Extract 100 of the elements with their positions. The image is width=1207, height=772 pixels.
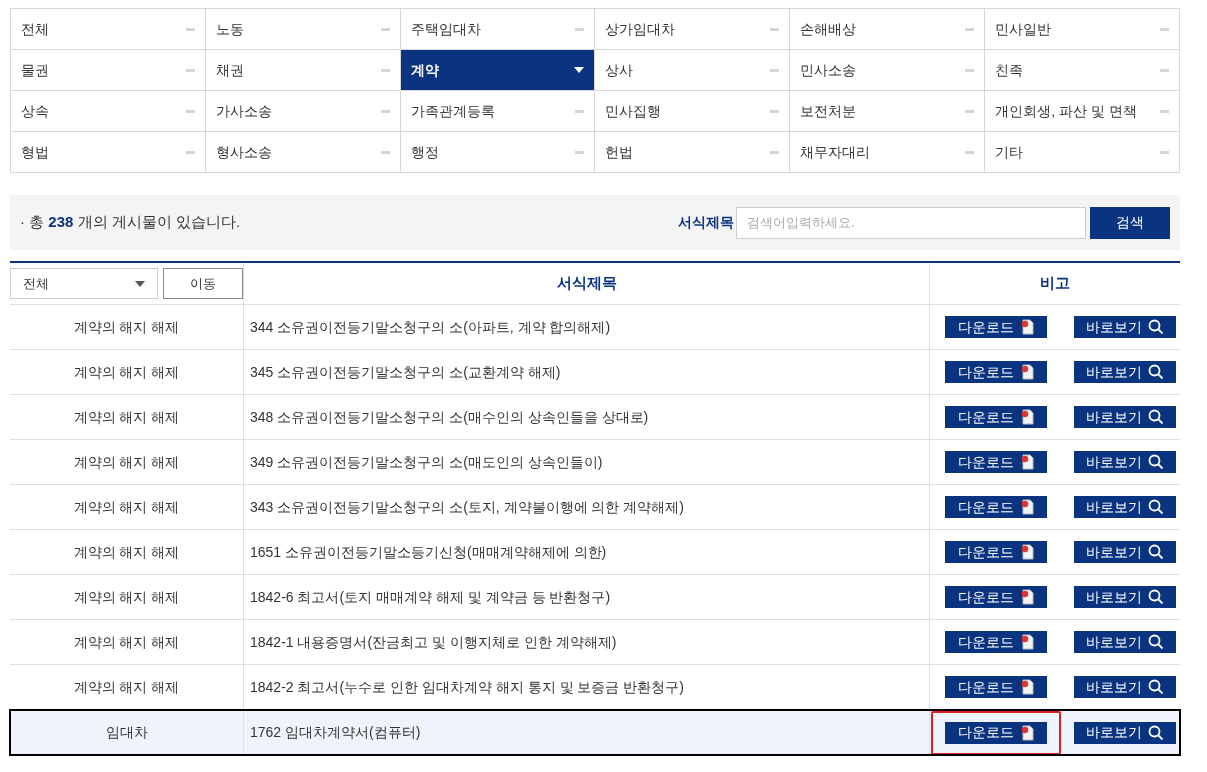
dash-icon [185, 150, 195, 154]
document-icon [1020, 634, 1034, 650]
table-cell: 계약의 해지 해제 [10, 485, 244, 529]
document-icon [1020, 364, 1034, 380]
download-button[interactable]: 다운로드 [945, 676, 1047, 698]
column-header: 비고 [1039, 273, 1071, 294]
table-row[interactable]: 계약의 해지 해제 1842-2 최고서(누수로 인한 임대차계약 해지 통지 및 보증금 반환청구) 다운로드 바로보기 [10, 665, 1180, 710]
category-tab[interactable]: 형사소송 [205, 132, 401, 173]
table-cell: 348 소유권이전등기말소청구의 소(매수인의 상속인들을 상대로) [244, 395, 930, 439]
category-tab[interactable]: 주택임대차 [400, 9, 596, 50]
category-tab[interactable]: 채권 [205, 50, 401, 91]
view-button[interactable]: 바로보기 [1074, 361, 1176, 383]
category-tab[interactable]: 친족 [985, 50, 1180, 91]
document-icon [1020, 679, 1034, 695]
table-row[interactable]: 계약의 해지 해제 1651 소유권이전등기말소등기신청(매매계약해제에 의한) 다운로드 바로보기 [10, 530, 1180, 575]
search-icon [1148, 724, 1164, 741]
table-cell: 345 소유권이전등기말소청구의 소(교환계약 해제) [244, 350, 930, 394]
view-button[interactable]: 바로보기 [1074, 721, 1176, 744]
table-row[interactable]: 계약의 해지 해제 349 소유권이전등기말소청구의 소(매도인의 상속인들이) 다운로드 바로보기 [10, 440, 1180, 485]
document-icon [1020, 499, 1034, 515]
dash-icon [1160, 109, 1169, 113]
document-icon [1020, 589, 1034, 605]
column-header: 서식제목 [244, 263, 930, 304]
view-button[interactable]: 바로보기 [1074, 496, 1176, 518]
search-field[interactable]: 검색어입력하세요. [736, 206, 1086, 239]
category-tab[interactable]: 민사집행 [595, 91, 791, 132]
document-icon [1020, 544, 1034, 560]
category-dropdown[interactable]: 전체 [10, 268, 159, 299]
download-button[interactable]: 다운로드 [945, 586, 1047, 608]
download-button[interactable]: 다운로드 [945, 316, 1047, 338]
category-tab[interactable]: 민사일반 [985, 9, 1180, 50]
caret-icon [574, 67, 585, 73]
table-row[interactable]: 계약의 해지 해제 344 소유권이전등기말소청구의 소(아파트, 계약 합의해제) 다운로드 바로보기 [10, 305, 1180, 350]
dash-icon [380, 109, 390, 113]
category-tab[interactable]: 행정 [400, 132, 596, 173]
download-button[interactable]: 다운로드 [945, 406, 1047, 428]
download-button[interactable]: 다운로드 [945, 496, 1047, 518]
view-button[interactable]: 바로보기 [1074, 631, 1176, 653]
view-button[interactable]: 바로보기 [1074, 316, 1176, 338]
category-tab[interactable]: 계약 [400, 50, 596, 91]
table-cell: 343 소유권이전등기말소청구의 소(토지, 계약불이행에 의한 계약해제) [244, 485, 930, 529]
view-button[interactable]: 바로보기 [1074, 541, 1176, 563]
download-button[interactable]: 다운로드 [945, 721, 1047, 744]
dash-icon [575, 109, 585, 113]
view-button[interactable]: 바로보기 [1074, 676, 1176, 698]
download-button[interactable]: 다운로드 [945, 541, 1047, 563]
view-button[interactable]: 바로보기 [1074, 586, 1176, 608]
table-cell: 계약의 해지 해제 [10, 620, 244, 664]
go-button[interactable]: 이동 [163, 268, 243, 299]
table-row[interactable]: 계약의 해지 해제 343 소유권이전등기말소청구의 소(토지, 계약불이행에 의한 계약해제) 다운로드 바로보기 [10, 485, 1180, 530]
table-row[interactable]: 계약의 해지 해제 1842-6 최고서(토지 매매계약 해제 및 계약금 등 반환청구) 다운로드 바로보기 [10, 575, 1180, 620]
table-cell: 계약의 해지 해제 [10, 575, 244, 619]
category-tab[interactable]: 채무자대리 [790, 132, 986, 173]
table-cell: 계약의 해지 해제 [10, 305, 244, 349]
search-label: 서식제목 [678, 213, 734, 232]
table-cell: 계약의 해지 해제 [10, 440, 244, 484]
category-tab[interactable]: 개인회생, 파산 및 면책 [985, 91, 1180, 132]
table-cell: 계약의 해지 해제 [10, 350, 244, 394]
category-tab[interactable]: 기타 [985, 132, 1180, 173]
table-cell: 344 소유권이전등기말소청구의 소(아파트, 계약 합의해제) [244, 305, 930, 349]
view-button[interactable]: 바로보기 [1074, 451, 1176, 473]
highlighted-row[interactable]: 임대차 1762 임대차계약서(컴퓨터) 다운로드 바로보기 [10, 710, 1180, 755]
dash-icon [770, 68, 780, 72]
category-tab[interactable]: 가족관계등록 [400, 91, 596, 132]
dash-icon [1160, 150, 1169, 154]
category-tab[interactable]: 헌법 [595, 132, 791, 173]
post-count-text: · 총 238 개의 게시물이 있습니다. [20, 212, 241, 233]
category-tab[interactable]: 상사 [595, 50, 791, 91]
dash-icon [185, 109, 195, 113]
dash-icon [965, 109, 975, 113]
category-tab[interactable]: 손해배상 [790, 9, 986, 50]
table-row[interactable]: 계약의 해지 해제 1842-1 내용증명서(잔금최고 및 이행지체로 인한 계약해제) 다운로드 바로보기 [10, 620, 1180, 665]
search-icon [1148, 634, 1164, 650]
document-icon [1020, 319, 1034, 335]
document-icon [1020, 409, 1034, 425]
category-tab[interactable]: 형법 [11, 132, 206, 173]
dash-icon [770, 109, 780, 113]
table-row[interactable]: 계약의 해지 해제 348 소유권이전등기말소청구의 소(매수인의 상속인들을 상대로) 다운로드 바로보기 [10, 395, 1180, 440]
category-tab[interactable]: 상가임대차 [595, 9, 791, 50]
category-tab[interactable]: 물권 [11, 50, 206, 91]
document-icon [1020, 724, 1034, 741]
table-cell: 1842-1 내용증명서(잔금최고 및 이행지체로 인한 계약해제) [244, 620, 930, 664]
view-button[interactable]: 바로보기 [1074, 406, 1176, 428]
search-icon [1148, 319, 1164, 335]
download-button[interactable]: 다운로드 [945, 451, 1047, 473]
category-tab[interactable]: 보전처분 [790, 91, 986, 132]
dash-icon [1160, 68, 1169, 72]
category-tab[interactable]: 상속 [11, 91, 206, 132]
dash-icon [965, 150, 975, 154]
dash-icon [380, 68, 390, 72]
table-cell: 계약의 해지 해제 [10, 530, 244, 574]
category-tab[interactable]: 전체 [11, 9, 206, 50]
category-tab[interactable]: 가사소송 [205, 91, 401, 132]
download-button[interactable]: 다운로드 [945, 631, 1047, 653]
search-button[interactable]: 검색 [1090, 206, 1170, 239]
table-row[interactable]: 계약의 해지 해제 345 소유권이전등기말소청구의 소(교환계약 해제) 다운로드 바로보기 [10, 350, 1180, 395]
download-button[interactable]: 다운로드 [945, 361, 1047, 383]
search-icon [1148, 364, 1164, 380]
category-tab[interactable]: 노동 [205, 9, 401, 50]
category-tab[interactable]: 민사소송 [790, 50, 986, 91]
